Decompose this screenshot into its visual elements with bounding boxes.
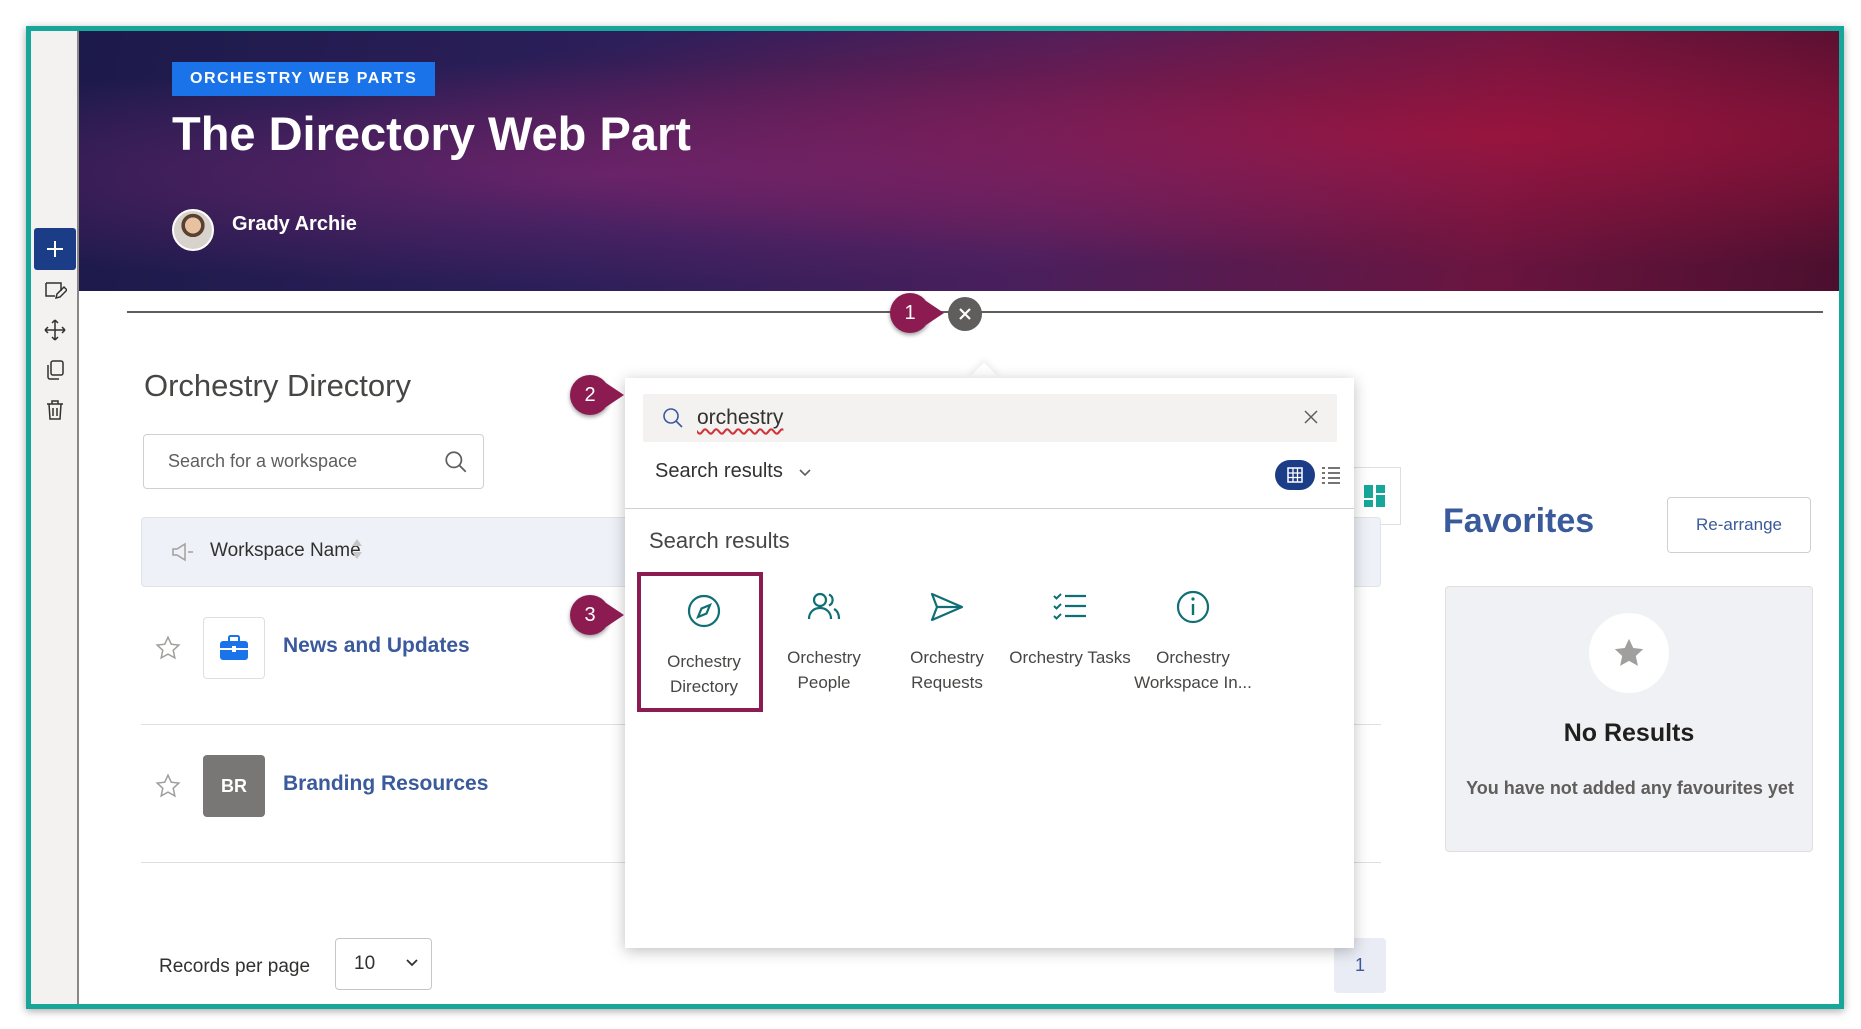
no-results-heading: No Results bbox=[1563, 719, 1695, 747]
view-toggle[interactable] bbox=[1275, 460, 1341, 490]
tiles-icon bbox=[1363, 485, 1385, 507]
webpart-orchestry-tasks[interactable]: Orchestry Tasks bbox=[1007, 572, 1133, 712]
chevron-down-icon bbox=[406, 959, 418, 967]
webpart-search-input[interactable]: orchestry bbox=[643, 394, 1337, 442]
topic-badge[interactable]: ORCHESTRY WEB PARTS bbox=[172, 62, 436, 96]
favorites-empty-card: No Results You have not added any favour… bbox=[1445, 586, 1813, 852]
workspace-tile-initials: BR bbox=[203, 755, 265, 817]
workspace-name-link[interactable]: Branding Resources bbox=[283, 772, 488, 796]
records-per-page-label: Records per page bbox=[159, 956, 311, 977]
webpart-label: Orchestry Directory bbox=[667, 652, 741, 696]
move-icon[interactable] bbox=[34, 309, 76, 351]
announce-icon bbox=[172, 542, 193, 562]
compass-icon bbox=[687, 594, 721, 628]
rearrange-button[interactable]: Re-arrange bbox=[1667, 497, 1811, 553]
results-filter-label: Search results bbox=[655, 460, 783, 482]
edit-toolbar bbox=[31, 31, 79, 1004]
webpart-orchestry-requests[interactable]: Orchestry Requests bbox=[884, 572, 1010, 712]
author-name[interactable]: Grady Archie bbox=[232, 213, 357, 236]
popup-separator bbox=[625, 508, 1354, 509]
webpart-label: Orchestry Tasks bbox=[1009, 648, 1131, 667]
author-byline: Grady Archie bbox=[172, 209, 357, 251]
sort-icon[interactable] bbox=[350, 535, 364, 563]
callout-marker-3: 3 bbox=[570, 595, 610, 635]
webpart-orchestry-workspace-insights[interactable]: Orchestry Workspace In... bbox=[1130, 572, 1256, 712]
send-icon bbox=[930, 592, 964, 622]
tasks-icon bbox=[1053, 593, 1086, 620]
page-title[interactable]: The Directory Web Part bbox=[172, 106, 691, 161]
favorite-star-icon[interactable] bbox=[155, 635, 181, 661]
records-per-page-select[interactable]: 10 bbox=[335, 938, 432, 990]
webpart-orchestry-people[interactable]: Orchestry People bbox=[761, 572, 887, 712]
workspace-search-placeholder: Search for a workspace bbox=[168, 451, 358, 471]
author-avatar bbox=[172, 209, 214, 251]
webpart-label: Orchestry Workspace In... bbox=[1134, 648, 1252, 692]
people-icon bbox=[807, 592, 841, 620]
clear-icon[interactable] bbox=[1303, 409, 1319, 425]
workspace-tile bbox=[203, 617, 265, 679]
edit-icon[interactable] bbox=[34, 269, 76, 311]
workspace-name-link[interactable]: News and Updates bbox=[283, 634, 470, 658]
page-header-banner: ORCHESTRY WEB PARTS The Directory Web Pa… bbox=[79, 31, 1839, 291]
close-toolbox-button[interactable] bbox=[948, 297, 982, 331]
webpart-picker-popup: orchestry Search results Search results … bbox=[625, 378, 1354, 948]
column-workspace-name[interactable]: Workspace Name bbox=[210, 540, 361, 562]
chevron-down-icon bbox=[799, 468, 811, 476]
no-results-message: You have not added any favourites yet bbox=[1466, 778, 1794, 798]
duplicate-icon[interactable] bbox=[34, 349, 76, 391]
briefcase-icon bbox=[220, 635, 248, 660]
info-icon bbox=[1176, 590, 1210, 624]
workspace-search-input[interactable]: Search for a workspace bbox=[143, 434, 484, 489]
favorite-star-icon[interactable] bbox=[155, 773, 181, 799]
grid-view-icon[interactable] bbox=[1275, 460, 1315, 490]
records-per-page-value: 10 bbox=[354, 953, 376, 974]
webpart-label: Orchestry Requests bbox=[910, 648, 984, 692]
close-icon bbox=[959, 308, 971, 320]
webpart-search-query: orchestry bbox=[697, 406, 784, 429]
search-icon bbox=[663, 408, 683, 428]
webpart-results: Orchestry Directory Orchestry People Orche… bbox=[635, 572, 1355, 712]
webpart-label: Orchestry People bbox=[787, 648, 861, 692]
favorites-title: Favorites bbox=[1443, 502, 1595, 540]
directory-title: Orchestry Directory bbox=[144, 368, 411, 403]
results-filter-dropdown[interactable]: Search results bbox=[655, 460, 813, 483]
search-icon bbox=[445, 451, 467, 473]
delete-icon[interactable] bbox=[34, 389, 76, 431]
search-results-heading: Search results bbox=[649, 528, 790, 553]
list-view-icon[interactable] bbox=[1321, 466, 1341, 484]
star-icon bbox=[1589, 613, 1669, 693]
webpart-orchestry-directory[interactable]: Orchestry Directory bbox=[637, 572, 763, 712]
screenshot-frame: ORCHESTRY WEB PARTS The Directory Web Pa… bbox=[26, 26, 1844, 1009]
callout-marker-1: 1 bbox=[890, 293, 930, 333]
add-icon[interactable] bbox=[34, 228, 76, 270]
callout-marker-2: 2 bbox=[570, 375, 610, 415]
